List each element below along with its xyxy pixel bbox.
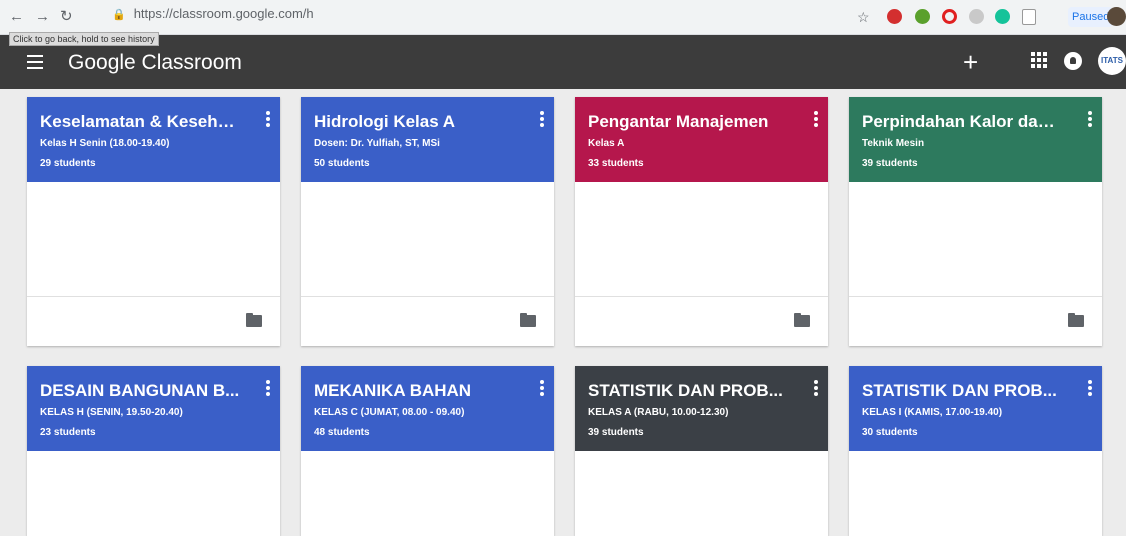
class-card[interactable]: MEKANIKA BAHAN KELAS C (JUMAT, 08.00 - 0…	[301, 366, 554, 536]
more-options-icon[interactable]	[266, 380, 270, 398]
app-title[interactable]: Google Classroom	[68, 51, 242, 75]
bookmark-star-icon[interactable]: ☆	[857, 8, 870, 26]
more-options-icon[interactable]	[540, 111, 544, 129]
class-title[interactable]: Perpindahan Kalor dan...	[862, 112, 1062, 132]
student-count: 33 students	[588, 158, 644, 169]
student-count: 23 students	[40, 427, 96, 438]
student-count: 39 students	[588, 427, 644, 438]
lock-icon: 🔒	[112, 9, 126, 21]
more-options-icon[interactable]	[540, 380, 544, 398]
class-card-banner[interactable]: Perpindahan Kalor dan... Teknik Mesin 39…	[849, 97, 1102, 182]
class-subtitle: KELAS H (SENIN, 19.50-20.40)	[40, 407, 183, 418]
class-card[interactable]: STATISTIK DAN PROB... KELAS I (KAMIS, 17…	[849, 366, 1102, 536]
class-card-banner[interactable]: STATISTIK DAN PROB... KELAS I (KAMIS, 17…	[849, 366, 1102, 451]
class-subtitle: Kelas H Senin (18.00-19.40)	[40, 138, 170, 149]
notifications-icon[interactable]	[1064, 52, 1082, 70]
extension-icon[interactable]	[969, 9, 984, 24]
class-card[interactable]: Keselamatan & Keseha... Kelas H Senin (1…	[27, 97, 280, 346]
back-tooltip: Click to go back, hold to see history	[9, 32, 159, 46]
class-subtitle: Kelas A	[588, 138, 625, 149]
class-subtitle: Teknik Mesin	[862, 138, 925, 149]
address-bar[interactable]: 🔒 https://classroom.google.com/h	[112, 6, 314, 21]
student-count: 48 students	[314, 427, 370, 438]
class-card[interactable]: Perpindahan Kalor dan... Teknik Mesin 39…	[849, 97, 1102, 346]
folder-icon[interactable]	[246, 313, 262, 327]
more-options-icon[interactable]	[814, 111, 818, 129]
folder-icon[interactable]	[520, 313, 536, 327]
app-header: Google Classroom + ITATS	[0, 35, 1126, 89]
extension-icon[interactable]	[915, 9, 930, 24]
class-card-footer	[849, 296, 1102, 346]
document-extension-icon[interactable]	[1022, 9, 1036, 25]
student-count: 39 students	[862, 158, 918, 169]
grammarly-extension-icon[interactable]	[995, 9, 1010, 24]
forward-arrow-icon[interactable]: →	[35, 8, 50, 26]
class-card-banner[interactable]: STATISTIK DAN PROB... KELAS A (RABU, 10.…	[575, 366, 828, 451]
class-title[interactable]: Hidrologi Kelas A	[314, 112, 514, 132]
class-card-footer	[301, 296, 554, 346]
reload-icon[interactable]: ↻	[60, 8, 73, 26]
browser-toolbar: ← → ↻ 🔒 https://classroom.google.com/h ☆ …	[0, 0, 1126, 35]
folder-icon[interactable]	[1068, 313, 1084, 327]
class-card-banner[interactable]: Keselamatan & Keseha... Kelas H Senin (1…	[27, 97, 280, 182]
apps-grid-icon[interactable]	[1031, 52, 1047, 68]
class-card-banner[interactable]: DESAIN BANGUNAN B... KELAS H (SENIN, 19.…	[27, 366, 280, 451]
class-card-banner[interactable]: Pengantar Manajemen Kelas A 33 students	[575, 97, 828, 182]
profile-avatar[interactable]	[1107, 7, 1126, 26]
class-card-banner[interactable]: MEKANIKA BAHAN KELAS C (JUMAT, 08.00 - 0…	[301, 366, 554, 451]
class-card[interactable]: DESAIN BANGUNAN B... KELAS H (SENIN, 19.…	[27, 366, 280, 536]
account-avatar[interactable]: ITATS	[1098, 47, 1126, 75]
folder-icon[interactable]	[794, 313, 810, 327]
class-title[interactable]: Pengantar Manajemen	[588, 112, 788, 132]
class-title[interactable]: Keselamatan & Keseha...	[40, 112, 240, 132]
class-card[interactable]: STATISTIK DAN PROB... KELAS A (RABU, 10.…	[575, 366, 828, 536]
url-text: https://classroom.google.com/h	[133, 6, 314, 21]
class-title[interactable]: MEKANIKA BAHAN	[314, 381, 514, 401]
back-arrow-icon[interactable]: ←	[9, 8, 24, 26]
class-title[interactable]: STATISTIK DAN PROB...	[862, 381, 1062, 401]
more-options-icon[interactable]	[1088, 380, 1092, 398]
adblock-extension-icon[interactable]	[887, 9, 902, 24]
class-subtitle: Dosen: Dr. Yulfiah, ST, MSi	[314, 138, 440, 149]
student-count: 30 students	[862, 427, 918, 438]
class-card[interactable]: Hidrologi Kelas A Dosen: Dr. Yulfiah, ST…	[301, 97, 554, 346]
hamburger-menu-icon[interactable]	[27, 55, 43, 69]
class-title[interactable]: DESAIN BANGUNAN B...	[40, 381, 240, 401]
student-count: 29 students	[40, 158, 96, 169]
opera-extension-icon[interactable]	[942, 9, 957, 24]
add-class-icon[interactable]: +	[963, 47, 978, 78]
class-card[interactable]: Pengantar Manajemen Kelas A 33 students	[575, 97, 828, 346]
more-options-icon[interactable]	[1088, 111, 1092, 129]
class-subtitle: KELAS I (KAMIS, 17.00-19.40)	[862, 407, 1003, 418]
class-card-banner[interactable]: Hidrologi Kelas A Dosen: Dr. Yulfiah, ST…	[301, 97, 554, 182]
class-subtitle: KELAS C (JUMAT, 08.00 - 09.40)	[314, 407, 465, 418]
more-options-icon[interactable]	[814, 380, 818, 398]
class-card-footer	[575, 296, 828, 346]
class-card-footer	[27, 296, 280, 346]
class-title[interactable]: STATISTIK DAN PROB...	[588, 381, 788, 401]
student-count: 50 students	[314, 158, 370, 169]
class-subtitle: KELAS A (RABU, 10.00-12.30)	[588, 407, 729, 418]
more-options-icon[interactable]	[266, 111, 270, 129]
